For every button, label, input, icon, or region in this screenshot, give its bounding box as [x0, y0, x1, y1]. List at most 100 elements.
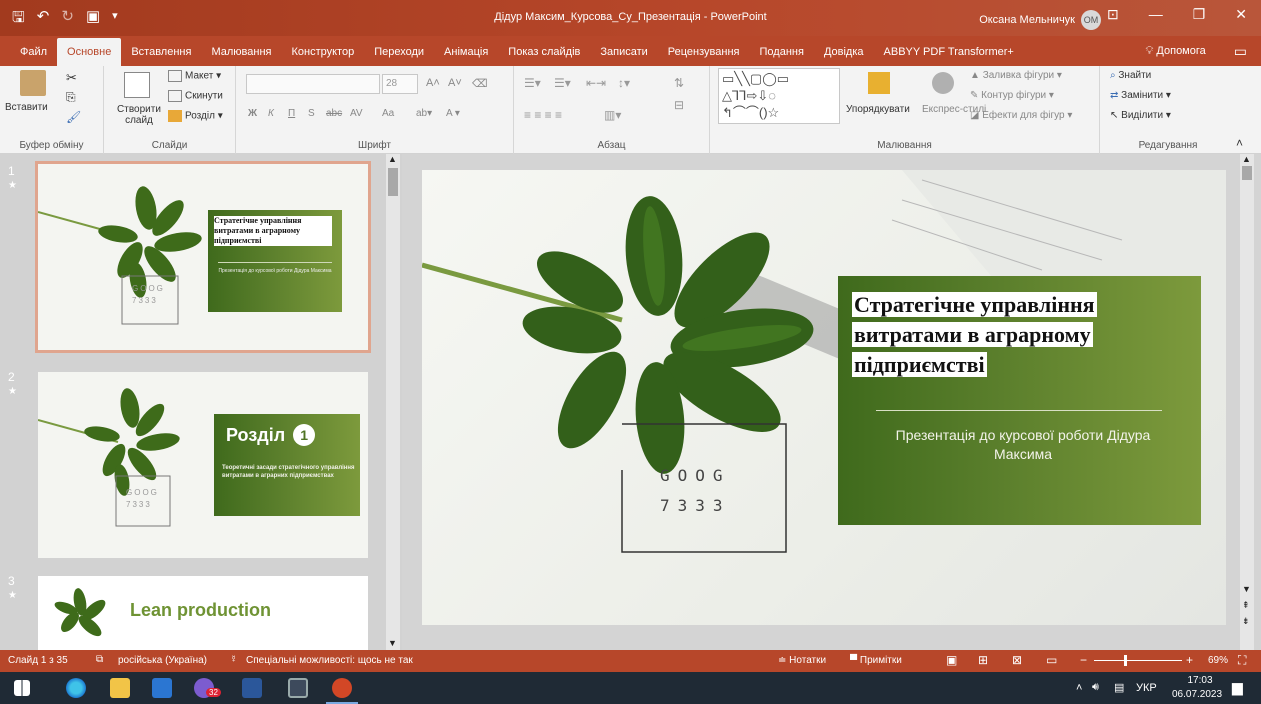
tab-draw[interactable]: Малювання: [201, 46, 281, 66]
tray-expand-icon[interactable]: ˄: [1076, 682, 1082, 694]
text-direction-icon[interactable]: ⇅: [674, 76, 684, 90]
clock-time[interactable]: 17:03: [1180, 675, 1220, 686]
align-icons[interactable]: ≡ ≡ ≡ ≡: [524, 108, 562, 122]
arrange-icon[interactable]: [868, 72, 890, 94]
tab-view[interactable]: Подання: [750, 46, 814, 66]
keyboard-language[interactable]: УКР: [1136, 682, 1157, 694]
tab-review[interactable]: Рецензування: [658, 46, 750, 66]
edge-browser-icon[interactable]: [66, 678, 86, 698]
scroll-thumb[interactable]: [1242, 166, 1252, 180]
grow-font-icon[interactable]: A˄: [426, 77, 440, 89]
ribbon-display-options-icon[interactable]: ⊡: [1107, 6, 1119, 23]
shrink-font-icon[interactable]: A˅: [448, 77, 462, 89]
font-color-icon[interactable]: A ▾: [446, 108, 460, 119]
highlight-icon[interactable]: ab▾: [416, 108, 432, 119]
bullets-icon[interactable]: ☰▾: [524, 76, 541, 90]
zoom-slider[interactable]: [1094, 660, 1182, 661]
scroll-down-icon[interactable]: ▼: [388, 638, 397, 648]
new-slide-icon[interactable]: [124, 72, 150, 98]
tab-design[interactable]: Конструктор: [281, 46, 364, 66]
fit-to-window-icon[interactable]: ⛶: [1238, 653, 1246, 668]
paste-icon[interactable]: [20, 70, 46, 96]
reset-button[interactable]: Скинути: [168, 90, 223, 102]
comments-button[interactable]: ▀ Примітки: [850, 655, 902, 666]
volume-icon[interactable]: 🔊︎: [1092, 681, 1099, 694]
shape-outline-button[interactable]: ✎ Контур фігури ▾: [970, 90, 1054, 101]
line-spacing-icon[interactable]: ↕▾: [618, 76, 630, 90]
close-icon[interactable]: ✕: [1235, 6, 1247, 23]
slide-thumbnail-3[interactable]: Lean production: [38, 576, 368, 650]
slideshow-view-icon[interactable]: ▭: [1046, 653, 1057, 667]
zoom-out-icon[interactable]: −: [1080, 653, 1087, 667]
normal-view-icon[interactable]: ▣: [946, 653, 957, 667]
restore-icon[interactable]: ❐: [1193, 6, 1206, 23]
tab-abbyy[interactable]: ABBYY PDF Transformer+: [874, 46, 1024, 66]
main-slide[interactable]: GOOG 7333 Стратегічне управління витрата…: [422, 170, 1226, 625]
font-name-field[interactable]: [246, 74, 380, 94]
char-spacing-button[interactable]: AV: [350, 108, 363, 119]
cut-icon[interactable]: ✂: [66, 70, 77, 86]
replace-button[interactable]: ⇄ Замінити ▾: [1110, 90, 1171, 101]
clear-format-icon[interactable]: ⌫: [472, 77, 488, 90]
arrange-button[interactable]: Упорядкувати: [846, 104, 910, 115]
comments-icon[interactable]: ▭: [1234, 43, 1247, 60]
shape-effects-button[interactable]: ◪ Ефекти для фігур ▾: [970, 110, 1072, 121]
network-icon[interactable]: ▤: [1114, 681, 1124, 694]
scroll-down-icon[interactable]: ▼: [1242, 584, 1251, 594]
file-explorer-icon[interactable]: [110, 678, 130, 698]
bold-button[interactable]: Ж: [248, 108, 257, 119]
notifications-icon[interactable]: ▆: [1232, 679, 1243, 696]
slide-sorter-icon[interactable]: ⊞: [978, 653, 988, 667]
strikethrough-button[interactable]: abc: [326, 108, 342, 119]
reading-view-icon[interactable]: ⊠: [1012, 653, 1022, 667]
tab-file[interactable]: Файл: [10, 46, 57, 66]
mail-icon[interactable]: [152, 678, 172, 698]
word-icon[interactable]: [242, 678, 262, 698]
tab-home[interactable]: Основне: [57, 38, 122, 66]
slide-thumbnail-2[interactable]: GOOG 7333 Розділ 1 Теоретичні засади стр…: [38, 372, 368, 558]
accessibility-icon[interactable]: ☿: [230, 654, 238, 665]
user-account[interactable]: Оксана Мельничук ОМ: [979, 10, 1101, 30]
section-button[interactable]: Розділ ▾: [168, 110, 223, 122]
change-case-button[interactable]: Aa: [382, 108, 394, 119]
tab-help[interactable]: Довідка: [814, 46, 874, 66]
copy-icon[interactable]: ⎘: [66, 90, 76, 105]
slide-title[interactable]: Стратегічне управління витратами в аграр…: [852, 290, 1162, 380]
collapse-ribbon-icon[interactable]: ˄: [1236, 136, 1243, 150]
zoom-slider-thumb[interactable]: [1124, 655, 1127, 666]
spellcheck-icon[interactable]: ⧉: [96, 654, 103, 665]
clock-date[interactable]: 06.07.2023: [1172, 689, 1222, 700]
tab-slideshow[interactable]: Показ слайдів: [498, 46, 590, 66]
powerpoint-icon[interactable]: [332, 678, 352, 698]
tab-animations[interactable]: Анімація: [434, 46, 498, 66]
next-slide-icon[interactable]: ⇟: [1242, 616, 1250, 627]
font-size-field[interactable]: 28: [382, 74, 418, 94]
accessibility-status[interactable]: Спеціальні можливості: щось не так: [246, 655, 413, 666]
shadow-button[interactable]: S: [308, 108, 315, 119]
scroll-up-icon[interactable]: ▲: [1242, 154, 1251, 164]
tab-transitions[interactable]: Переходи: [364, 46, 434, 66]
windows-start-icon[interactable]: [14, 680, 30, 696]
align-text-icon[interactable]: ⊟: [674, 98, 684, 112]
numbering-icon[interactable]: ☰▾: [554, 76, 571, 90]
italic-button[interactable]: К: [268, 108, 274, 119]
slide-subtitle[interactable]: Презентація до курсової роботи Дідура Ма…: [878, 426, 1168, 464]
tab-insert[interactable]: Вставлення: [121, 46, 201, 66]
shapes-gallery[interactable]: ▭╲╲▢◯▭ △⅂⅂⇨⇩◌ ↰⌒⌒()☆: [718, 68, 840, 124]
scroll-up-icon[interactable]: ▲: [388, 154, 397, 164]
new-slide-button[interactable]: Створити слайд: [114, 104, 164, 126]
help-search[interactable]: 💡︎ Допомога: [1146, 45, 1206, 58]
editor-scrollbar[interactable]: ▲ ▼ ⇞ ⇟: [1240, 154, 1254, 650]
thumbnail-scrollbar[interactable]: ▲ ▼: [386, 154, 400, 650]
underline-button[interactable]: П: [288, 108, 295, 119]
slide-thumbnail-1[interactable]: GOOG 7333 Стратегічне управління витрата…: [35, 161, 371, 353]
minimize-icon[interactable]: —: [1149, 6, 1163, 23]
previous-slide-icon[interactable]: ⇞: [1242, 600, 1250, 611]
layout-button[interactable]: Макет ▾: [168, 70, 221, 82]
zoom-in-icon[interactable]: +: [1186, 653, 1193, 667]
zoom-level[interactable]: 69%: [1208, 655, 1228, 666]
paste-button[interactable]: Вставити: [5, 102, 48, 113]
indent-icon[interactable]: ⇤⇥: [586, 76, 606, 90]
shape-fill-button[interactable]: ▲ Заливка фігури ▾: [970, 70, 1062, 81]
language-indicator[interactable]: російська (Україна): [118, 655, 207, 666]
